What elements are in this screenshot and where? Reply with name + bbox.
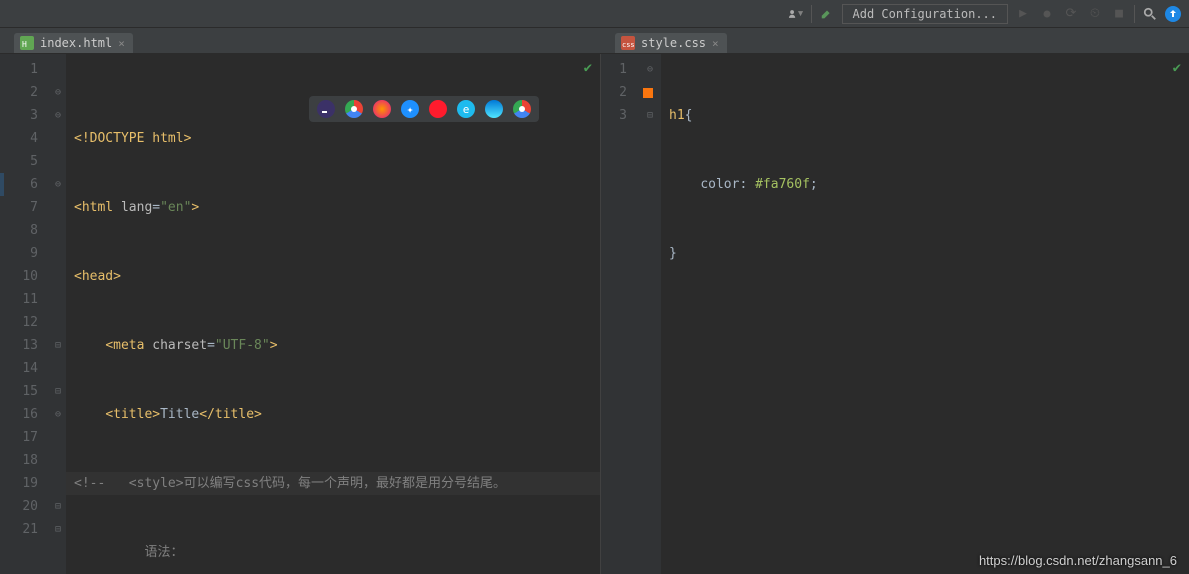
line-number: 3 [601,104,627,127]
debug-icon[interactable] [1038,5,1056,23]
line-gutter: 1 2 3 [601,54,639,574]
line-number: 21 [0,518,38,541]
editors-split: ✔ ✦ e 1 2 3 4 5 6 7 8 9 10 11 [0,54,1189,574]
profiler-icon[interactable]: ⏲ [1086,5,1104,23]
code-token: Title [160,407,199,422]
close-icon[interactable]: × [712,37,719,50]
hammer-build-icon[interactable] [818,5,836,23]
search-icon[interactable] [1141,5,1159,23]
line-number: 20 [0,495,38,518]
code-token: <meta [105,338,152,353]
line-number: 2 [601,81,627,104]
code-token: 可以编写css代码，每一个声明，最好都是用分号结尾。 [184,476,506,491]
color-swatch-icon[interactable] [643,88,653,98]
line-number: 14 [0,357,38,380]
line-number: 7 [0,196,38,219]
css-file-icon: css [621,36,635,50]
line-number: 3 [0,104,38,127]
line-number: 5 [0,150,38,173]
code-token: } [669,246,677,261]
code-token: ; [810,177,818,192]
code-token: #fa760f [755,177,810,192]
fold-column: ⊖ ⊟ [639,54,661,574]
browser-preview-toolbar: ✦ e [309,96,539,122]
code-token: color [700,177,739,192]
code-token: <html [74,200,121,215]
stop-icon[interactable]: ■ [1110,5,1128,23]
line-gutter: 1 2 3 4 5 6 7 8 9 10 11 12 13 14 15 16 1… [0,54,50,574]
line-number: 4 [0,127,38,150]
tab-label: index.html [40,36,112,50]
editor-right[interactable]: ✔ 1 2 3 ⊖ ⊟ h1{ color: #fa760f; } [601,54,1189,574]
code-token: <!DOCTYPE html> [74,131,191,146]
intellij-icon[interactable] [317,100,335,118]
code-token: "en" [160,200,191,215]
edge-icon[interactable] [485,100,503,118]
coverage-icon[interactable]: ⟳ [1062,5,1080,23]
tab-style-css[interactable]: css style.css × [615,33,727,53]
line-number: 15 [0,380,38,403]
code-token: "UTF-8" [215,338,270,353]
code-content[interactable]: h1{ color: #fa760f; } [661,54,1189,574]
chrome-icon[interactable] [345,100,363,118]
line-number: 10 [0,265,38,288]
line-number: 8 [0,219,38,242]
watermark-text: https://blog.csdn.net/zhangsann_6 [979,553,1177,568]
code-token: charset [152,338,207,353]
html-file-icon: H [20,36,34,50]
code-token: > [270,338,278,353]
tab-label: style.css [641,36,706,50]
line-number: 18 [0,449,38,472]
line-number: 12 [0,311,38,334]
code-token: 语法： [144,545,183,560]
code-token: <title> [105,407,160,422]
svg-text:css: css [622,41,635,49]
toolbar-separator [1134,5,1135,23]
code-token: = [207,338,215,353]
editor-left[interactable]: ✔ ✦ e 1 2 3 4 5 6 7 8 9 10 11 [0,54,601,574]
safari-icon[interactable]: ✦ [401,100,419,118]
line-number: 9 [0,242,38,265]
line-number: 17 [0,426,38,449]
line-number: 11 [0,288,38,311]
code-token: { [685,108,693,123]
top-toolbar: ▾ Add Configuration... ▶ ⟳ ⏲ ■ [0,0,1189,28]
line-number: 13 [0,334,38,357]
fold-column: ⊖⊖ ⊖ ⊟⊟ ⊖⊟⊟ [50,54,66,574]
line-number: 1 [601,58,627,81]
tab-index-html[interactable]: H index.html × [14,33,133,53]
code-token: h1 [669,108,685,123]
opera-icon[interactable] [429,100,447,118]
user-icon[interactable]: ▾ [787,5,805,23]
line-number: 16 [0,403,38,426]
code-token: </title> [199,407,262,422]
run-configuration-selector[interactable]: Add Configuration... [842,4,1009,24]
chrome-icon-2[interactable] [513,100,531,118]
line-number: 1 [0,58,38,81]
svg-text:H: H [22,40,27,49]
code-token: > [191,200,199,215]
close-icon[interactable]: × [118,37,125,50]
update-icon[interactable] [1165,6,1181,22]
code-token: : [739,177,755,192]
code-token: <!-- <style> [74,476,184,491]
ie-icon[interactable]: e [457,100,475,118]
code-token: <head> [74,269,121,284]
editor-tabs-row: H index.html × css style.css × [0,28,1189,54]
run-icon[interactable]: ▶ [1014,5,1032,23]
firefox-icon[interactable] [373,100,391,118]
toolbar-separator [811,5,812,23]
code-token: lang [121,200,152,215]
code-token: = [152,200,160,215]
line-number: 6 [0,173,38,196]
line-number: 2 [0,81,38,104]
code-content[interactable]: <!DOCTYPE html> <html lang="en"> <head> … [66,54,600,574]
line-number: 19 [0,472,38,495]
